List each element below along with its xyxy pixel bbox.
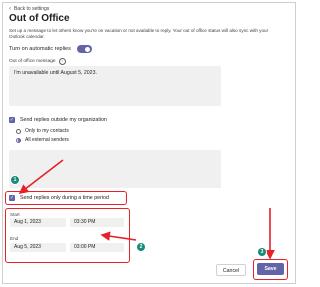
arrow-to-date-fields [100,231,137,241]
step-badge-2: 2 [137,243,145,251]
annotation-arrows [18,159,275,260]
step-badge-1: 1 [11,176,19,184]
step-badge-3: 3 [258,248,266,256]
arrow-to-period-checkbox [18,159,64,194]
